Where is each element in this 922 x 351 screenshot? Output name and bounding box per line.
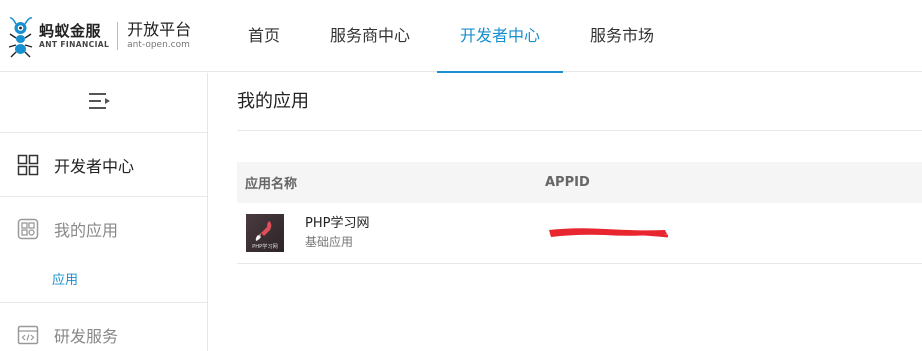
column-header-app-name: 应用名称 (245, 177, 298, 192)
logo-english: ANT FINANCIAL (39, 40, 110, 49)
top-bar: 蚂蚁金服 ANT FINANCIAL 开放平台 ant-open.com 首页 … (0, 0, 922, 73)
app-logo-icon: PHP学习网 (246, 214, 284, 252)
nav-home[interactable]: 首页 (225, 0, 303, 72)
sidebar-item-label: 我的应用 (54, 221, 119, 240)
apps-icon (17, 218, 39, 240)
main-content: 我的应用 应用名称 APPID PHP学习网 PHP学习网 基础应用 (237, 73, 922, 264)
sidebar-item-my-apps[interactable]: 我的应用 (0, 197, 207, 261)
column-header-appid: APPID (545, 175, 590, 190)
code-window-icon (17, 324, 39, 346)
platform-domain: ant-open.com (127, 40, 190, 50)
logo-divider (117, 22, 119, 50)
menu-collapse-icon (89, 93, 110, 109)
table-header: 应用名称 APPID (237, 162, 922, 203)
apps-table: 应用名称 APPID PHP学习网 PHP学习网 基础应用 (237, 162, 922, 264)
app-logo-label: PHP学习网 (252, 242, 278, 250)
main-nav: 首页 服务商中心 开发者中心 服务市场 (225, 0, 681, 73)
appid-redaction-scribble (549, 228, 669, 238)
sidebar-item-developer-center[interactable]: 开发者中心 (0, 133, 207, 197)
table-row[interactable]: PHP学习网 PHP学习网 基础应用 (237, 203, 922, 264)
sidebar-item-label: 开发者中心 (54, 156, 135, 176)
page-title: 我的应用 (237, 73, 922, 131)
sidebar-subitem-apps[interactable]: 应用 (0, 261, 207, 303)
nav-developer-center[interactable]: 开发者中心 (437, 0, 563, 73)
app-type: 基础应用 (305, 235, 354, 249)
app-name[interactable]: PHP学习网 (305, 215, 545, 233)
logo-name: 蚂蚁金服 (39, 22, 102, 40)
platform-name: 开放平台 (127, 20, 192, 39)
ant-logo-icon (8, 17, 33, 58)
grid-icon (17, 154, 39, 176)
logo[interactable]: 蚂蚁金服 ANT FINANCIAL 开放平台 ant-open.com (8, 14, 191, 58)
nav-service-market[interactable]: 服务市场 (563, 0, 681, 72)
sidebar: 开发者中心 我的应用 应用 研发服务 (0, 73, 208, 351)
sidebar-item-dev-services[interactable]: 研发服务 (0, 303, 207, 351)
nav-provider-center[interactable]: 服务商中心 (303, 0, 437, 72)
sidebar-item-label: 研发服务 (54, 326, 119, 346)
sidebar-collapse-button[interactable] (0, 73, 207, 133)
